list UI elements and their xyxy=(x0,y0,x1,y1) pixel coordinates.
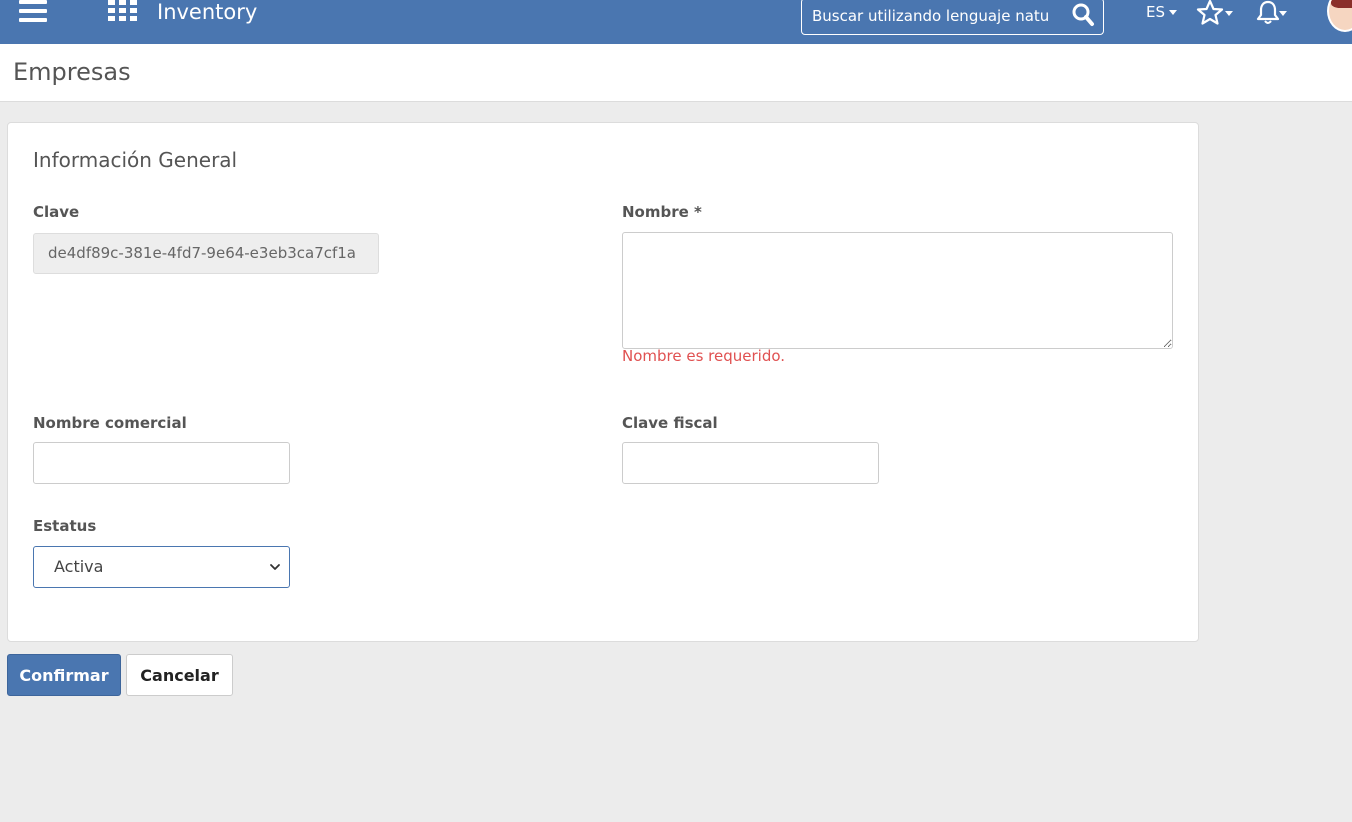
estatus-selected-value: Activa xyxy=(54,557,104,576)
app-title[interactable]: Inventory xyxy=(157,0,257,24)
search-input[interactable] xyxy=(812,1,1050,31)
nombre-error-message: Nombre es requerido. xyxy=(622,347,786,365)
cancel-button[interactable]: Cancelar xyxy=(126,654,233,696)
favorites-button[interactable] xyxy=(1196,0,1234,26)
estatus-select[interactable]: Activa xyxy=(33,546,290,588)
notifications-button[interactable] xyxy=(1254,0,1288,26)
search-box xyxy=(801,0,1104,35)
top-navbar: Inventory ES xyxy=(0,0,1352,44)
chevron-down-icon xyxy=(270,564,280,570)
chevron-down-icon xyxy=(1169,10,1177,15)
clave-field: de4df89c-381e-4fd7-9e64-e3eb3ca7cf1a xyxy=(33,233,379,274)
star-icon xyxy=(1196,0,1233,25)
user-avatar[interactable] xyxy=(1327,0,1352,32)
general-info-card: Información General Clave de4df89c-381e-… xyxy=(7,122,1199,642)
nombre-field[interactable] xyxy=(622,232,1173,349)
search-icon[interactable] xyxy=(1071,2,1095,28)
apps-grid-icon[interactable] xyxy=(108,0,138,23)
language-label: ES xyxy=(1146,3,1165,21)
section-title: Información General xyxy=(33,148,238,172)
page-header: Empresas xyxy=(0,44,1352,102)
bell-icon xyxy=(1256,0,1287,24)
clave-fiscal-field[interactable] xyxy=(622,442,879,484)
nombre-comercial-label: Nombre comercial xyxy=(33,414,187,432)
nombre-comercial-field[interactable] xyxy=(33,442,290,484)
nombre-label: Nombre * xyxy=(622,203,702,221)
confirm-button[interactable]: Confirmar xyxy=(7,654,121,696)
clave-fiscal-label: Clave fiscal xyxy=(622,414,718,432)
page-title: Empresas xyxy=(13,58,131,86)
hamburger-menu-icon[interactable] xyxy=(19,0,47,22)
clave-label: Clave xyxy=(33,203,80,221)
language-selector[interactable]: ES xyxy=(1146,0,1177,24)
estatus-label: Estatus xyxy=(33,517,97,535)
